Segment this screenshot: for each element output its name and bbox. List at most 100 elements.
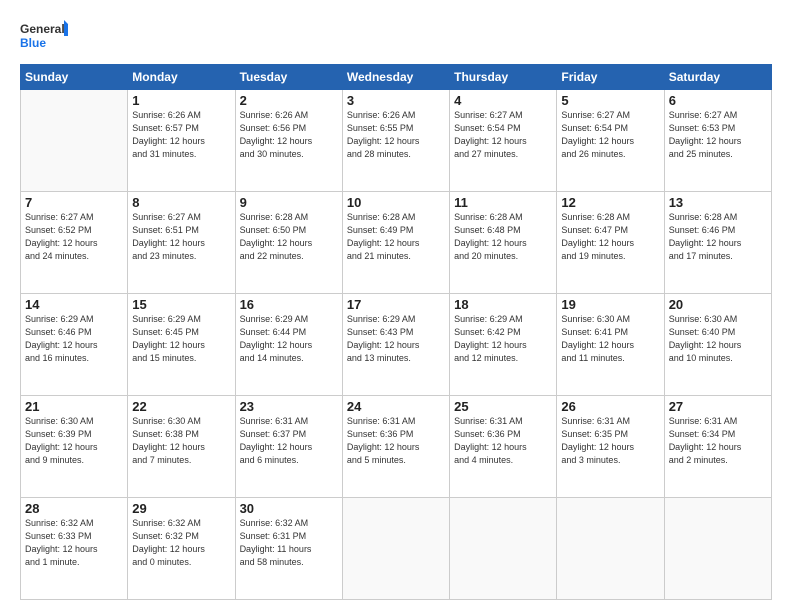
cell-info: Sunrise: 6:29 AMSunset: 6:46 PMDaylight:… [25,313,123,365]
col-header-saturday: Saturday [664,65,771,90]
calendar-table: SundayMondayTuesdayWednesdayThursdayFrid… [20,64,772,600]
calendar-cell: 4Sunrise: 6:27 AMSunset: 6:54 PMDaylight… [450,90,557,192]
day-number: 24 [347,399,445,414]
cell-info: Sunrise: 6:31 AMSunset: 6:34 PMDaylight:… [669,415,767,467]
calendar-cell [557,498,664,600]
calendar-week-2: 7Sunrise: 6:27 AMSunset: 6:52 PMDaylight… [21,192,772,294]
cell-info: Sunrise: 6:32 AMSunset: 6:31 PMDaylight:… [240,517,338,569]
cell-info: Sunrise: 6:28 AMSunset: 6:48 PMDaylight:… [454,211,552,263]
calendar-cell: 2Sunrise: 6:26 AMSunset: 6:56 PMDaylight… [235,90,342,192]
day-number: 2 [240,93,338,108]
day-number: 18 [454,297,552,312]
calendar-cell: 25Sunrise: 6:31 AMSunset: 6:36 PMDayligh… [450,396,557,498]
day-number: 15 [132,297,230,312]
calendar-cell: 22Sunrise: 6:30 AMSunset: 6:38 PMDayligh… [128,396,235,498]
calendar-cell: 30Sunrise: 6:32 AMSunset: 6:31 PMDayligh… [235,498,342,600]
cell-info: Sunrise: 6:30 AMSunset: 6:38 PMDaylight:… [132,415,230,467]
col-header-friday: Friday [557,65,664,90]
day-number: 27 [669,399,767,414]
day-number: 28 [25,501,123,516]
calendar-cell [450,498,557,600]
day-number: 4 [454,93,552,108]
cell-info: Sunrise: 6:29 AMSunset: 6:42 PMDaylight:… [454,313,552,365]
calendar-cell [664,498,771,600]
day-number: 25 [454,399,552,414]
calendar-cell: 1Sunrise: 6:26 AMSunset: 6:57 PMDaylight… [128,90,235,192]
calendar-cell: 14Sunrise: 6:29 AMSunset: 6:46 PMDayligh… [21,294,128,396]
svg-text:Blue: Blue [20,36,46,50]
day-number: 5 [561,93,659,108]
logo-svg: General Blue [20,18,70,54]
calendar-cell: 6Sunrise: 6:27 AMSunset: 6:53 PMDaylight… [664,90,771,192]
calendar-cell: 28Sunrise: 6:32 AMSunset: 6:33 PMDayligh… [21,498,128,600]
calendar-cell: 8Sunrise: 6:27 AMSunset: 6:51 PMDaylight… [128,192,235,294]
cell-info: Sunrise: 6:26 AMSunset: 6:55 PMDaylight:… [347,109,445,161]
calendar-week-5: 28Sunrise: 6:32 AMSunset: 6:33 PMDayligh… [21,498,772,600]
cell-info: Sunrise: 6:27 AMSunset: 6:52 PMDaylight:… [25,211,123,263]
day-number: 29 [132,501,230,516]
calendar-cell: 23Sunrise: 6:31 AMSunset: 6:37 PMDayligh… [235,396,342,498]
logo: General Blue [20,18,70,54]
col-header-monday: Monday [128,65,235,90]
cell-info: Sunrise: 6:31 AMSunset: 6:37 PMDaylight:… [240,415,338,467]
cell-info: Sunrise: 6:27 AMSunset: 6:51 PMDaylight:… [132,211,230,263]
cell-info: Sunrise: 6:29 AMSunset: 6:44 PMDaylight:… [240,313,338,365]
calendar-cell: 9Sunrise: 6:28 AMSunset: 6:50 PMDaylight… [235,192,342,294]
calendar-cell: 12Sunrise: 6:28 AMSunset: 6:47 PMDayligh… [557,192,664,294]
page: General Blue SundayMondayTuesdayWednesda… [0,0,792,612]
day-number: 3 [347,93,445,108]
calendar-cell [342,498,449,600]
col-header-thursday: Thursday [450,65,557,90]
cell-info: Sunrise: 6:30 AMSunset: 6:41 PMDaylight:… [561,313,659,365]
day-number: 26 [561,399,659,414]
cell-info: Sunrise: 6:28 AMSunset: 6:46 PMDaylight:… [669,211,767,263]
svg-text:General: General [20,22,65,36]
calendar-week-1: 1Sunrise: 6:26 AMSunset: 6:57 PMDaylight… [21,90,772,192]
calendar-cell [21,90,128,192]
day-number: 22 [132,399,230,414]
cell-info: Sunrise: 6:30 AMSunset: 6:40 PMDaylight:… [669,313,767,365]
calendar-cell: 29Sunrise: 6:32 AMSunset: 6:32 PMDayligh… [128,498,235,600]
day-number: 13 [669,195,767,210]
cell-info: Sunrise: 6:27 AMSunset: 6:54 PMDaylight:… [561,109,659,161]
calendar-cell: 27Sunrise: 6:31 AMSunset: 6:34 PMDayligh… [664,396,771,498]
cell-info: Sunrise: 6:32 AMSunset: 6:33 PMDaylight:… [25,517,123,569]
day-number: 30 [240,501,338,516]
calendar-cell: 26Sunrise: 6:31 AMSunset: 6:35 PMDayligh… [557,396,664,498]
calendar-cell: 20Sunrise: 6:30 AMSunset: 6:40 PMDayligh… [664,294,771,396]
col-header-tuesday: Tuesday [235,65,342,90]
calendar-cell: 7Sunrise: 6:27 AMSunset: 6:52 PMDaylight… [21,192,128,294]
cell-info: Sunrise: 6:31 AMSunset: 6:35 PMDaylight:… [561,415,659,467]
day-number: 16 [240,297,338,312]
day-number: 9 [240,195,338,210]
day-number: 11 [454,195,552,210]
calendar-cell: 17Sunrise: 6:29 AMSunset: 6:43 PMDayligh… [342,294,449,396]
day-number: 6 [669,93,767,108]
cell-info: Sunrise: 6:27 AMSunset: 6:54 PMDaylight:… [454,109,552,161]
day-number: 20 [669,297,767,312]
cell-info: Sunrise: 6:31 AMSunset: 6:36 PMDaylight:… [454,415,552,467]
cell-info: Sunrise: 6:27 AMSunset: 6:53 PMDaylight:… [669,109,767,161]
calendar-cell: 18Sunrise: 6:29 AMSunset: 6:42 PMDayligh… [450,294,557,396]
day-number: 14 [25,297,123,312]
day-number: 23 [240,399,338,414]
cell-info: Sunrise: 6:28 AMSunset: 6:50 PMDaylight:… [240,211,338,263]
cell-info: Sunrise: 6:29 AMSunset: 6:45 PMDaylight:… [132,313,230,365]
cell-info: Sunrise: 6:31 AMSunset: 6:36 PMDaylight:… [347,415,445,467]
day-number: 7 [25,195,123,210]
day-number: 12 [561,195,659,210]
calendar-week-4: 21Sunrise: 6:30 AMSunset: 6:39 PMDayligh… [21,396,772,498]
cell-info: Sunrise: 6:30 AMSunset: 6:39 PMDaylight:… [25,415,123,467]
calendar-cell: 10Sunrise: 6:28 AMSunset: 6:49 PMDayligh… [342,192,449,294]
cell-info: Sunrise: 6:32 AMSunset: 6:32 PMDaylight:… [132,517,230,569]
calendar-cell: 19Sunrise: 6:30 AMSunset: 6:41 PMDayligh… [557,294,664,396]
day-number: 10 [347,195,445,210]
calendar-cell: 11Sunrise: 6:28 AMSunset: 6:48 PMDayligh… [450,192,557,294]
header: General Blue [20,18,772,54]
day-number: 19 [561,297,659,312]
calendar-cell: 15Sunrise: 6:29 AMSunset: 6:45 PMDayligh… [128,294,235,396]
cell-info: Sunrise: 6:29 AMSunset: 6:43 PMDaylight:… [347,313,445,365]
header-row: SundayMondayTuesdayWednesdayThursdayFrid… [21,65,772,90]
col-header-wednesday: Wednesday [342,65,449,90]
day-number: 1 [132,93,230,108]
